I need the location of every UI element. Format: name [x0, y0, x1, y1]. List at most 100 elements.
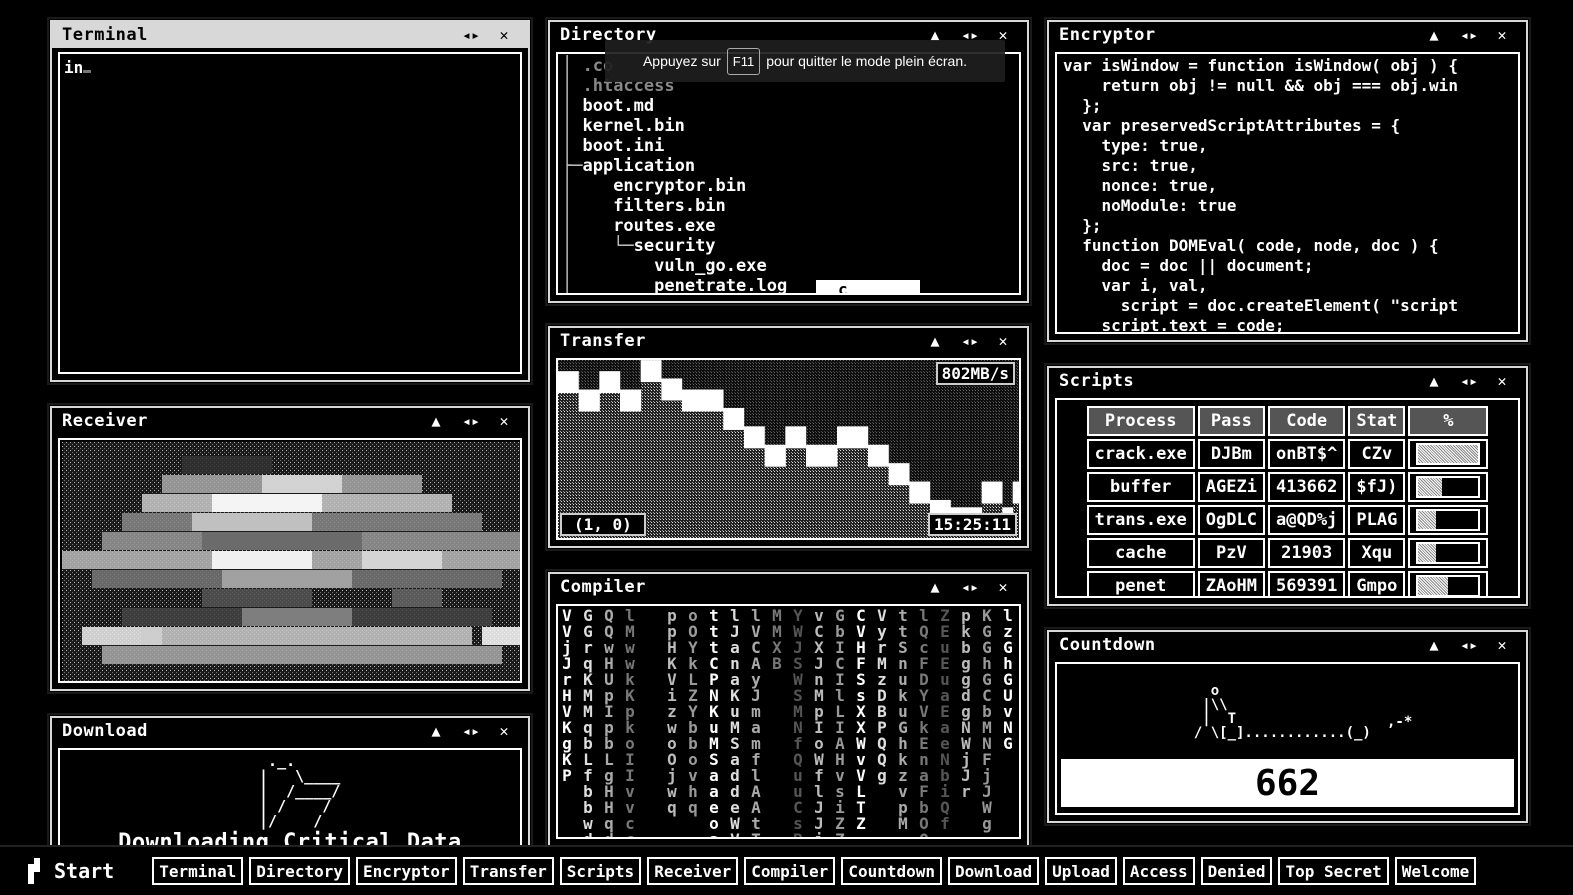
- countdown-titlebar[interactable]: Countdown ▲ ◂▸ ✕: [1049, 632, 1526, 660]
- minimize-icon[interactable]: ▲: [428, 412, 444, 430]
- receiver-body: [58, 438, 522, 683]
- tree-item[interactable]: │ penetrate.log: [562, 276, 1015, 293]
- minimize-icon[interactable]: ▲: [1426, 372, 1442, 390]
- close-icon[interactable]: ✕: [1494, 26, 1510, 44]
- close-icon[interactable]: ✕: [1494, 372, 1510, 390]
- table-row[interactable]: buffer AGEZi 413662 $fJ): [1086, 472, 1489, 502]
- close-icon[interactable]: ✕: [1494, 636, 1510, 654]
- folder-art: ._. | \____ | /____/ | / / |/ /: [259, 752, 341, 830]
- download-titlebar[interactable]: Download ▲ ◂▸ ✕: [52, 718, 528, 746]
- column-header[interactable]: Process: [1086, 406, 1195, 436]
- taskbar-item-terminal[interactable]: Terminal: [152, 857, 244, 885]
- encryptor-titlebar[interactable]: Encryptor ▲ ◂▸ ✕: [1049, 22, 1526, 50]
- cell-pass: ZAoHM: [1197, 571, 1265, 596]
- code-line: script.text = code;: [1063, 316, 1285, 334]
- minimize-icon[interactable]: ▲: [927, 332, 943, 350]
- taskbar-item-denied[interactable]: Denied: [1200, 857, 1273, 885]
- terminal-body[interactable]: in: [58, 52, 522, 374]
- download-window[interactable]: Download ▲ ◂▸ ✕ ._. | \____ | /____/ | /…: [49, 715, 531, 848]
- close-icon[interactable]: ✕: [496, 412, 512, 430]
- terminal-input[interactable]: in: [64, 58, 83, 77]
- close-icon[interactable]: ✕: [995, 578, 1011, 596]
- signal-block: [362, 551, 442, 569]
- tree-item[interactable]: │ boot.ini: [562, 136, 1015, 156]
- compiler-titlebar[interactable]: Compiler ▲ ◂▸ ✕: [550, 574, 1027, 602]
- taskbar-item-encryptor[interactable]: Encryptor: [355, 857, 457, 885]
- table-row[interactable]: trans.exe OgDLC a@QD%j PLAG: [1086, 505, 1489, 535]
- resize-icon[interactable]: ◂▸: [1460, 636, 1478, 654]
- resize-icon[interactable]: ◂▸: [462, 412, 480, 430]
- terminal-window[interactable]: Terminal ◂▸ ✕ in: [49, 19, 531, 383]
- scripts-window[interactable]: Scripts ▲ ◂▸ ✕ Process Pass Code Stat% crac…: [1046, 365, 1529, 607]
- tree-item[interactable]: ├─application: [562, 156, 1015, 176]
- column-header[interactable]: Stat: [1348, 406, 1406, 436]
- transfer-bar-gap: [837, 360, 848, 427]
- transfer-titlebar[interactable]: Transfer ▲ ◂▸ ✕: [550, 328, 1027, 356]
- compiler-window[interactable]: Compiler ▲ ◂▸ ✕ VVjJrHVKgKP GGrqKMMqbLfbb…: [547, 571, 1030, 848]
- terminal-titlebar[interactable]: Terminal ◂▸ ✕: [52, 22, 528, 50]
- minimize-icon[interactable]: ▲: [927, 578, 943, 596]
- tree-item[interactable]: │ boot.md: [562, 96, 1015, 116]
- tree-item[interactable]: │ filters.bin: [562, 196, 1015, 216]
- table-row[interactable]: penet ZAoHM 569391 Gmpo: [1086, 571, 1489, 596]
- column-header[interactable]: %: [1408, 406, 1489, 436]
- signal-block: [202, 532, 362, 550]
- table-row[interactable]: crack.exe DJBm onBT$^ CZv: [1086, 439, 1489, 469]
- scripts-titlebar[interactable]: Scripts ▲ ◂▸ ✕: [1049, 368, 1526, 396]
- resize-icon[interactable]: ◂▸: [961, 578, 979, 596]
- directory-window[interactable]: Directory ▲ ◂▸ ✕ │ .co │ .htaccess │ boot.…: [547, 19, 1030, 304]
- close-icon[interactable]: ✕: [995, 332, 1011, 350]
- window-title: Terminal: [62, 25, 148, 45]
- transfer-bar: [702, 389, 714, 412]
- tree-item[interactable]: │ └─security: [562, 236, 1015, 256]
- code-view: var isWindow = function isWindow( obj ) …: [1057, 54, 1518, 334]
- progress-bar: [1416, 443, 1481, 465]
- code-line: type: true,: [1063, 136, 1208, 155]
- code-line: nonce: true,: [1063, 176, 1218, 195]
- resize-icon[interactable]: ◂▸: [462, 722, 480, 740]
- receiver-window[interactable]: Receiver ▲ ◂▸ ✕: [49, 405, 531, 692]
- taskbar-item-download[interactable]: Download: [948, 857, 1040, 885]
- minimize-icon[interactable]: ▲: [1426, 26, 1442, 44]
- resize-icon[interactable]: ◂▸: [1460, 26, 1478, 44]
- taskbar-item-transfer[interactable]: Transfer: [462, 857, 554, 885]
- taskbar-item-scripts[interactable]: Scripts: [559, 857, 642, 885]
- tree-item[interactable]: │ kernel.bin: [562, 116, 1015, 136]
- countdown-window[interactable]: Countdown ▲ ◂▸ ✕ o |\\ | T / \[_].......…: [1046, 629, 1529, 824]
- column-header[interactable]: Pass: [1197, 406, 1265, 436]
- progress-bar: [1416, 476, 1481, 498]
- close-icon[interactable]: ✕: [496, 26, 512, 44]
- table-row[interactable]: cache PzV 21903 Xqu: [1086, 538, 1489, 568]
- minimize-icon[interactable]: ▲: [428, 722, 444, 740]
- signal-block: [192, 513, 312, 531]
- column-header[interactable]: Code: [1267, 406, 1346, 436]
- taskbar-item-top-secret[interactable]: Top Secret: [1278, 857, 1389, 885]
- start-button[interactable]: Start: [28, 858, 114, 884]
- tree-item[interactable]: │ routes.exe: [562, 216, 1015, 236]
- taskbar-item-welcome[interactable]: Welcome: [1394, 857, 1477, 885]
- taskbar-item-upload[interactable]: Upload: [1045, 857, 1117, 885]
- close-icon[interactable]: ✕: [496, 722, 512, 740]
- taskbar-item-directory[interactable]: Directory: [249, 857, 350, 885]
- resize-icon[interactable]: ◂▸: [961, 332, 979, 350]
- taskbar-item-receiver[interactable]: Receiver: [647, 857, 739, 885]
- signal-block: [482, 627, 520, 645]
- transfer-bar-gap: [754, 360, 766, 427]
- tree-branch: │: [562, 256, 655, 276]
- taskbar-item-access[interactable]: Access: [1122, 857, 1195, 885]
- cell-stat: CZv: [1348, 439, 1406, 469]
- encryptor-window[interactable]: Encryptor ▲ ◂▸ ✕ var isWindow = function…: [1046, 19, 1529, 343]
- directory-input[interactable]: c: [816, 280, 920, 293]
- tree-item[interactable]: │ vuln_go.exe: [562, 256, 1015, 276]
- tree-item[interactable]: │ encryptor.bin: [562, 176, 1015, 196]
- resize-icon[interactable]: ◂▸: [1460, 372, 1478, 390]
- resize-icon[interactable]: ◂▸: [462, 26, 480, 44]
- transfer-bar: [909, 481, 921, 504]
- transfer-bar-gap: [661, 360, 673, 379]
- taskbar-item-countdown[interactable]: Countdown: [841, 857, 943, 885]
- taskbar-item-compiler[interactable]: Compiler: [744, 857, 836, 885]
- minimize-icon[interactable]: ▲: [1426, 636, 1442, 654]
- receiver-titlebar[interactable]: Receiver ▲ ◂▸ ✕: [52, 408, 528, 436]
- transfer-window[interactable]: Transfer ▲ ◂▸ ✕ 802MB/s (1, 0) 15:25:11: [547, 325, 1030, 549]
- signal-block: [202, 589, 312, 607]
